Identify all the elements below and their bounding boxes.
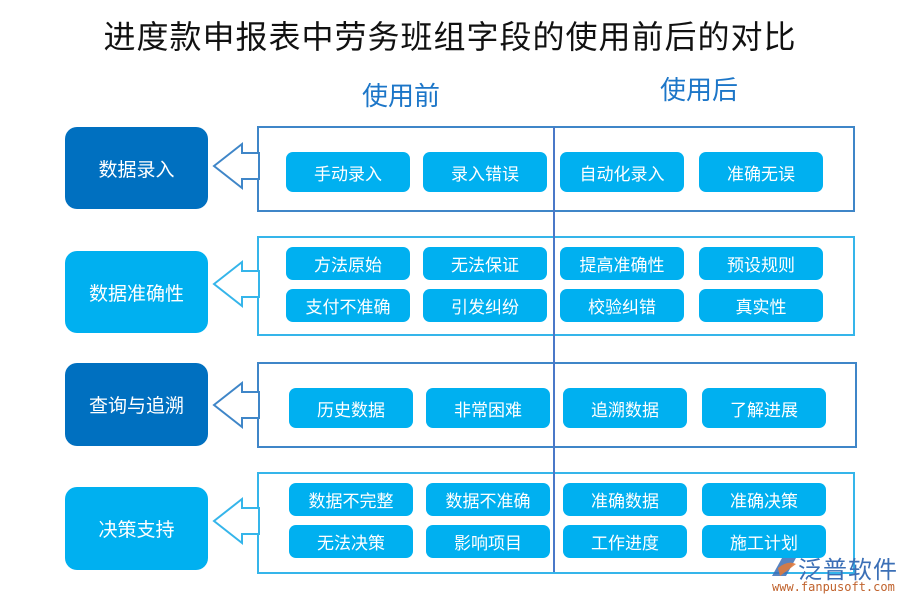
column-divider	[553, 127, 555, 572]
before-chip: 数据不准确	[426, 483, 550, 516]
after-chip: 真实性	[699, 289, 823, 322]
category-decision-support: 决策支持	[65, 487, 208, 570]
arrow-left-icon	[212, 141, 260, 191]
arrow-left-icon	[212, 496, 260, 546]
after-chip: 准确无误	[699, 152, 823, 192]
before-chip: 影响项目	[426, 525, 550, 558]
before-chip: 无法决策	[289, 525, 413, 558]
after-chip: 自动化录入	[560, 152, 684, 192]
fanpu-logo-icon	[772, 558, 796, 576]
before-chip: 无法保证	[423, 247, 547, 280]
arrow-left-icon	[212, 259, 260, 309]
before-chip: 录入错误	[423, 152, 547, 192]
after-chip: 提高准确性	[560, 247, 684, 280]
before-chip: 非常困难	[426, 388, 550, 428]
after-chip: 校验纠错	[560, 289, 684, 322]
category-query-trace: 查询与追溯	[65, 363, 208, 446]
before-chip: 引发纠纷	[423, 289, 547, 322]
after-chip: 准确决策	[702, 483, 826, 516]
column-header-before: 使用前	[362, 82, 441, 112]
column-header-after: 使用后	[660, 76, 739, 106]
after-chip: 了解进展	[702, 388, 826, 428]
before-chip: 历史数据	[289, 388, 413, 428]
after-chip: 准确数据	[563, 483, 687, 516]
logo-url: www.fanpusoft.com	[772, 580, 895, 594]
before-chip: 数据不完整	[289, 483, 413, 516]
after-chip: 预设规则	[699, 247, 823, 280]
arrow-left-icon	[212, 380, 260, 430]
category-data-entry: 数据录入	[65, 127, 208, 209]
diagram-title: 进度款申报表中劳务班组字段的使用前后的对比	[103, 18, 797, 56]
after-chip: 追溯数据	[563, 388, 687, 428]
category-data-accuracy: 数据准确性	[65, 251, 208, 333]
before-chip: 支付不准确	[286, 289, 410, 322]
before-chip: 手动录入	[286, 152, 410, 192]
after-chip: 工作进度	[563, 525, 687, 558]
before-chip: 方法原始	[286, 247, 410, 280]
brand-logo: 泛普软件 www.fanpusoft.com	[768, 552, 898, 598]
